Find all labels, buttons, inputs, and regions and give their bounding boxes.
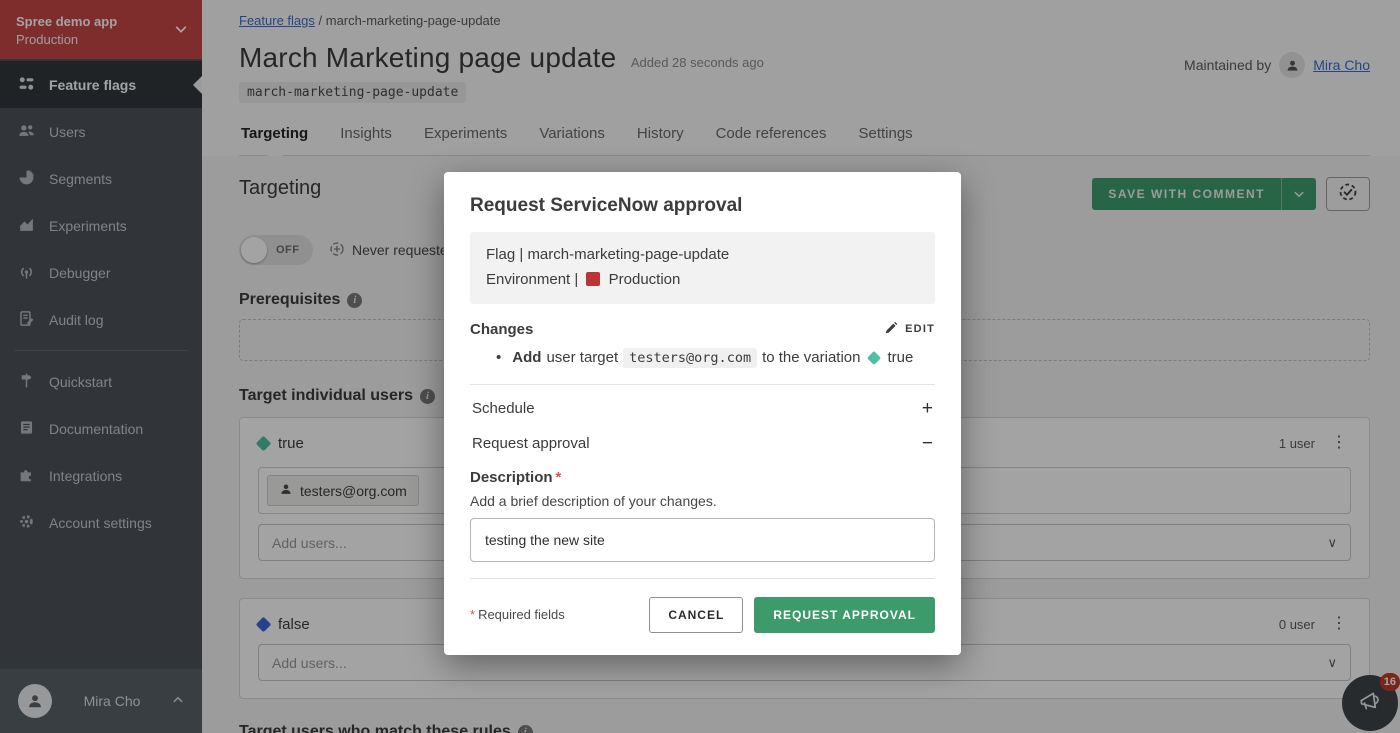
modal-flag-info: Flag | march-marketing-page-update Envir… bbox=[470, 232, 935, 304]
request-approval-button[interactable]: REQUEST APPROVAL bbox=[754, 597, 935, 633]
environment-label: Environment bbox=[486, 271, 570, 288]
collapse-icon[interactable]: − bbox=[922, 433, 933, 455]
required-fields-text: Required fields bbox=[478, 607, 565, 622]
flag-value: march-marketing-page-update bbox=[527, 246, 729, 263]
edit-changes-button[interactable]: EDIT bbox=[884, 321, 935, 338]
edit-label: EDIT bbox=[905, 323, 935, 335]
request-approval-section-toggle[interactable]: Request approval − bbox=[470, 420, 935, 455]
variation-true-diamond-icon bbox=[867, 350, 881, 364]
change-target-chip: testers@org.com bbox=[623, 348, 757, 368]
required-asterisk: * bbox=[556, 469, 562, 486]
cancel-button[interactable]: CANCEL bbox=[649, 597, 743, 633]
required-fields-note: *Required fields bbox=[470, 607, 565, 622]
description-helper: Add a brief description of your changes. bbox=[470, 493, 935, 509]
description-label: Description bbox=[470, 469, 553, 486]
request-approval-label: Request approval bbox=[472, 435, 590, 452]
flag-label: Flag bbox=[486, 246, 515, 263]
separator: | bbox=[574, 271, 578, 288]
change-text: user target bbox=[546, 349, 618, 366]
change-variation: true bbox=[887, 349, 913, 366]
schedule-section-toggle[interactable]: Schedule + bbox=[470, 385, 935, 420]
environment-color-swatch bbox=[586, 272, 600, 286]
separator: | bbox=[519, 246, 523, 263]
divider bbox=[470, 578, 935, 579]
modal-title: Request ServiceNow approval bbox=[470, 195, 935, 217]
environment-value: Production bbox=[609, 271, 681, 288]
change-action: Add bbox=[512, 349, 541, 366]
expand-icon[interactable]: + bbox=[922, 398, 933, 420]
schedule-label: Schedule bbox=[472, 400, 535, 417]
description-input[interactable] bbox=[470, 518, 935, 562]
changes-heading: Changes bbox=[470, 321, 533, 338]
change-item: Add user target testers@org.com to the v… bbox=[496, 348, 935, 368]
pencil-icon bbox=[884, 321, 898, 338]
request-approval-modal: Request ServiceNow approval Flag | march… bbox=[444, 172, 961, 655]
change-text: to the variation bbox=[762, 349, 860, 366]
required-asterisk: * bbox=[470, 607, 475, 622]
